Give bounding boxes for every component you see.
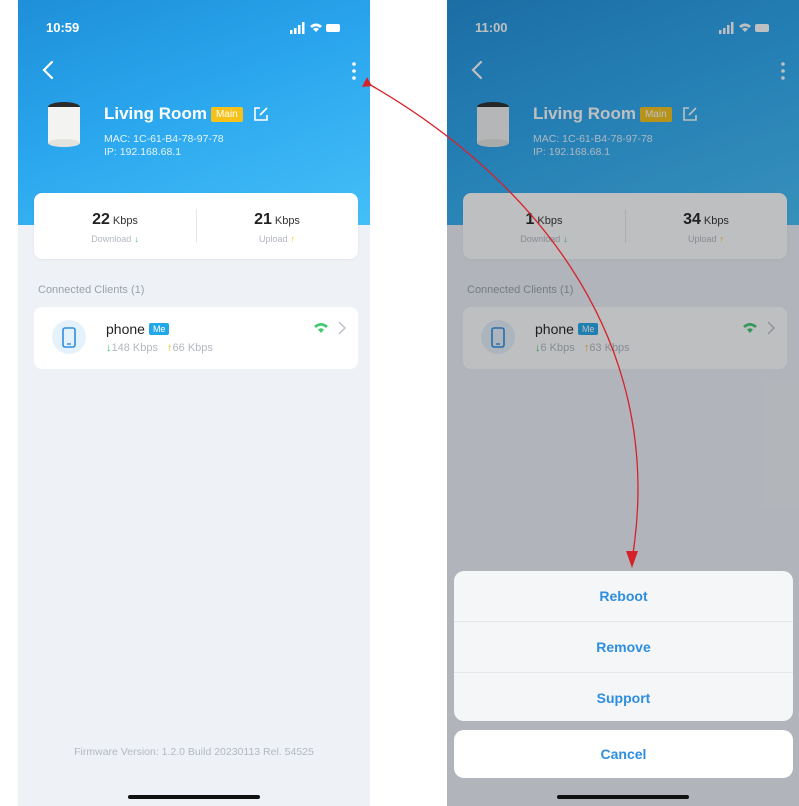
client-row[interactable]: phone Me ↓148 Kbps ↑66 Kbps: [34, 307, 358, 369]
edit-icon[interactable]: [253, 106, 269, 122]
firmware-version: Firmware Version: 1.2.0 Build 20230113 R…: [74, 746, 314, 758]
remove-button[interactable]: Remove: [454, 622, 793, 673]
download-arrow-icon: ↓: [134, 234, 139, 244]
status-icons: [290, 22, 340, 34]
chevron-right-icon: [338, 321, 346, 335]
client-rates: ↓148 Kbps ↑66 Kbps: [106, 342, 213, 354]
client-up-rate: 66 Kbps: [172, 342, 213, 354]
phone-screen-before: 10:59 Living Room Main MAC: 1C-61-B4-78-…: [18, 0, 370, 806]
download-label: Download: [91, 234, 132, 244]
more-options-icon[interactable]: [348, 60, 360, 82]
home-indicator: [128, 795, 260, 799]
home-indicator: [557, 795, 689, 799]
upload-unit: Kbps: [274, 215, 300, 227]
upload-value: 21: [254, 211, 272, 228]
connected-clients-title: Connected Clients (1): [38, 284, 145, 296]
back-icon[interactable]: [38, 58, 60, 82]
phone-icon: [52, 320, 86, 354]
support-button[interactable]: Support: [454, 673, 793, 721]
mac-address: MAC: 1C-61-B4-78-97-78: [104, 133, 224, 145]
upload-label: Upload: [258, 234, 288, 244]
status-time: 10:59: [46, 20, 80, 35]
main-badge: Main: [210, 106, 243, 122]
download-unit: Kbps: [112, 215, 138, 227]
cancel-button[interactable]: Cancel: [454, 730, 793, 778]
phone-screen-after: 11:00 Living Room Main MAC: 1C-61-B4-78-…: [447, 0, 799, 806]
me-badge: Me: [148, 323, 170, 335]
download-value: 22: [92, 211, 110, 228]
throughput-card: 22 Kbps Download ↓ 21 Kbps Upload ↑: [34, 193, 358, 259]
ip-address: IP: 192.168.68.1: [104, 146, 182, 158]
upload-arrow-icon: ↑: [290, 234, 296, 244]
status-bar: 10:59: [46, 18, 342, 38]
reboot-button[interactable]: Reboot: [454, 571, 793, 622]
client-down-rate: 148 Kbps: [111, 342, 158, 354]
device-name: Living Room: [104, 104, 207, 123]
device-title-row: Living Room Main: [104, 102, 269, 126]
action-sheet: Reboot Remove Support: [454, 571, 793, 721]
client-name: phone: [106, 321, 145, 337]
download-stat: 22 Kbps Download ↓: [34, 193, 196, 259]
router-device-icon: [48, 102, 80, 147]
wifi-icon: [314, 323, 328, 333]
upload-stat: 21 Kbps Upload ↑: [196, 193, 358, 259]
